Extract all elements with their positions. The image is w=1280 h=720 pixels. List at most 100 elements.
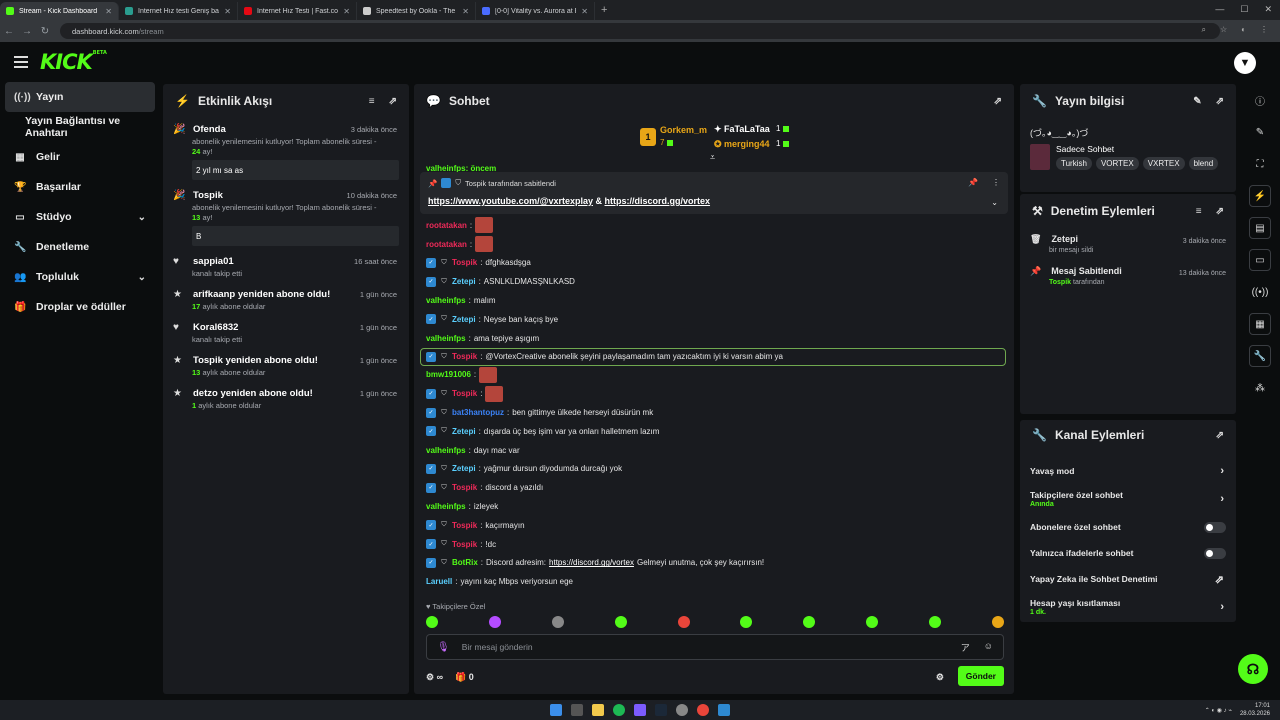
chat-username[interactable]: Tospik	[452, 540, 477, 549]
chevron-right-icon[interactable]: ›	[1220, 493, 1224, 505]
chevron-right-icon[interactable]: ›	[1220, 601, 1224, 613]
window-controls[interactable]: — ☐ ✕	[1215, 4, 1272, 15]
help-button[interactable]: ☊	[1238, 654, 1268, 684]
chat-username[interactable]: bat3hantopuz	[452, 408, 504, 417]
sidebar-item-2[interactable]: Yayın Bağlantısı ve Anahtarı	[0, 112, 160, 142]
tab-close-icon[interactable]: ✕	[343, 7, 350, 16]
channel-action-item[interactable]: Hesap yaşı kısıtlaması 1 dk. ›	[1020, 592, 1236, 622]
emote-button[interactable]	[551, 616, 564, 628]
edit-icon[interactable]: ✎	[1193, 96, 1201, 107]
popout-icon[interactable]: ⇗	[1216, 96, 1224, 107]
chat-settings-icon[interactable]: ⚙	[936, 672, 944, 683]
discord-icon[interactable]	[634, 704, 646, 716]
sidebar-item-8[interactable]: 🎁 Droplar ve ödüller	[0, 292, 160, 322]
emote-button[interactable]	[677, 616, 690, 628]
chat-username[interactable]: Zetepi	[452, 277, 476, 286]
tab-close-icon[interactable]: ✕	[224, 7, 231, 16]
chat-username[interactable]: Laruell	[426, 577, 452, 586]
chat-username[interactable]: Tospik	[452, 258, 477, 267]
filter-icon[interactable]: ≡	[369, 96, 375, 107]
popout-icon[interactable]: ⇗	[1216, 430, 1224, 441]
kick-logo[interactable]: KICKBETA	[40, 50, 107, 74]
chat-username[interactable]: Tospik	[452, 483, 477, 492]
channel-action-item[interactable]: Yapay Zeka ile Sohbet Denetimi ⇗	[1020, 566, 1236, 592]
chat-username[interactable]: BotRix	[452, 558, 478, 567]
chat-username[interactable]: Tospik	[452, 521, 477, 530]
hamburger-menu-icon[interactable]	[14, 56, 28, 68]
tab-close-icon[interactable]: ✕	[105, 7, 112, 16]
toggle-switch[interactable]	[1204, 521, 1226, 533]
zoom-icon[interactable]: ⌕	[1202, 25, 1206, 35]
file-explorer-icon[interactable]	[592, 704, 604, 716]
browser-tab[interactable]: Speedtest by Ookla - The Glob ✕	[357, 2, 476, 20]
sidebar-item-5[interactable]: ▭ Stüdyo ⌄	[0, 202, 160, 232]
user-avatar[interactable]: ▼	[1234, 52, 1256, 74]
unpin-icon[interactable]: 📌	[968, 178, 978, 187]
chat-username[interactable]: Tospik	[452, 352, 477, 361]
chat-username[interactable]: Zetepi	[452, 427, 476, 436]
chevron-down-icon[interactable]: ⌄	[138, 212, 146, 223]
chat-username[interactable]: valheinfps	[426, 296, 466, 305]
chat-username[interactable]: Zetepi	[452, 315, 476, 324]
quick-action-tools[interactable]: 🔧	[1244, 340, 1276, 372]
browser-tab[interactable]: İnternet Hız testi Geniş bant bi ✕	[119, 2, 238, 20]
toggle-switch[interactable]	[1204, 547, 1226, 559]
chat-link[interactable]: https://discord.gg/vortex	[549, 558, 634, 567]
maximize-icon[interactable]: ☐	[1240, 4, 1248, 15]
chevron-down-icon[interactable]: ⌄	[991, 198, 998, 207]
steam-icon[interactable]	[655, 704, 667, 716]
sidebar-item-3[interactable]: ▦ Gelir	[0, 142, 160, 172]
popout-icon[interactable]: ⇗	[389, 96, 397, 107]
sidebar-item-1[interactable]: ((·)) Yayın	[5, 82, 155, 112]
chat-username[interactable]: bmw191006	[426, 370, 471, 379]
address-bar[interactable]: dashboard.kick.com/stream	[60, 23, 1220, 39]
emote-button[interactable]	[866, 616, 879, 628]
sidebar-item-7[interactable]: 👥 Topluluk ⌄	[0, 262, 160, 292]
back-icon[interactable]: ←	[0, 26, 18, 37]
popout-icon[interactable]: ⇗	[994, 96, 1002, 107]
chevron-right-icon[interactable]: ›	[1220, 465, 1224, 477]
spotify-icon[interactable]	[613, 704, 625, 716]
quick-action-mod[interactable]: ▦	[1244, 308, 1276, 340]
emoji-icon[interactable]: ☺	[984, 641, 993, 654]
expand-leaderboard-icon[interactable]: ⩡	[710, 152, 715, 163]
app-icon[interactable]	[676, 704, 688, 716]
channel-action-item[interactable]: Abonelere özel sohbet	[1020, 514, 1236, 540]
search-icon[interactable]	[571, 704, 583, 716]
emote-button[interactable]	[426, 616, 438, 628]
external-link-icon[interactable]: ⇗	[1215, 573, 1224, 586]
bookmark-star-icon[interactable]: ☆	[1220, 25, 1227, 35]
chat-username[interactable]: valheinfps	[426, 446, 466, 455]
emote-button[interactable]	[740, 616, 753, 628]
emote-button[interactable]	[614, 616, 627, 628]
filter-icon[interactable]: ≡	[1196, 206, 1202, 217]
emote-button[interactable]	[929, 616, 941, 628]
browser-tab[interactable]: İnternet Hız Testi | Fast.com ✕	[238, 2, 357, 20]
chevron-down-icon[interactable]: ⌄	[138, 272, 146, 283]
tab-close-icon[interactable]: ✕	[462, 7, 469, 16]
gift-count[interactable]: 🎁 0	[455, 672, 474, 683]
points-icon[interactable]: ⚙ ∞	[426, 672, 443, 683]
popout-icon[interactable]: ⇗	[1216, 206, 1224, 217]
microphone-icon[interactable]: 🎙	[437, 642, 450, 653]
windows-start-icon[interactable]	[550, 704, 562, 716]
browser-tab[interactable]: Stream - Kick Dashboard ✕	[0, 2, 119, 20]
pinned-link[interactable]: https://www.youtube.com/@vxrtexplay	[428, 196, 593, 206]
quick-action-chat[interactable]: ▭	[1244, 244, 1276, 276]
emote-button[interactable]	[803, 616, 816, 628]
close-icon[interactable]: ✕	[1264, 4, 1272, 15]
broadcast-icon[interactable]: ((•))	[1244, 276, 1276, 308]
quick-action-note[interactable]: ▤	[1244, 212, 1276, 244]
more-options-icon[interactable]: ⋮	[992, 178, 1000, 187]
points-icon[interactable]: ⁂	[1244, 372, 1276, 404]
chrome-icon[interactable]	[697, 704, 709, 716]
channel-action-item[interactable]: Yavaş mod ›	[1020, 458, 1236, 484]
chat-username[interactable]: Zetepi	[452, 464, 476, 473]
chat-username[interactable]: valheinfps	[426, 334, 466, 343]
emote-button[interactable]	[488, 616, 501, 628]
pinned-link[interactable]: https://discord.gg/vortex	[605, 196, 711, 206]
sidebar-item-4[interactable]: 🏆 Başarılar	[0, 172, 160, 202]
clock[interactable]: 17:01 28.03.2026	[1240, 702, 1270, 718]
tab-close-icon[interactable]: ✕	[581, 7, 588, 16]
browser-tab[interactable]: [0-0] Vitality vs. Aurora at BLAS ✕	[476, 2, 595, 20]
